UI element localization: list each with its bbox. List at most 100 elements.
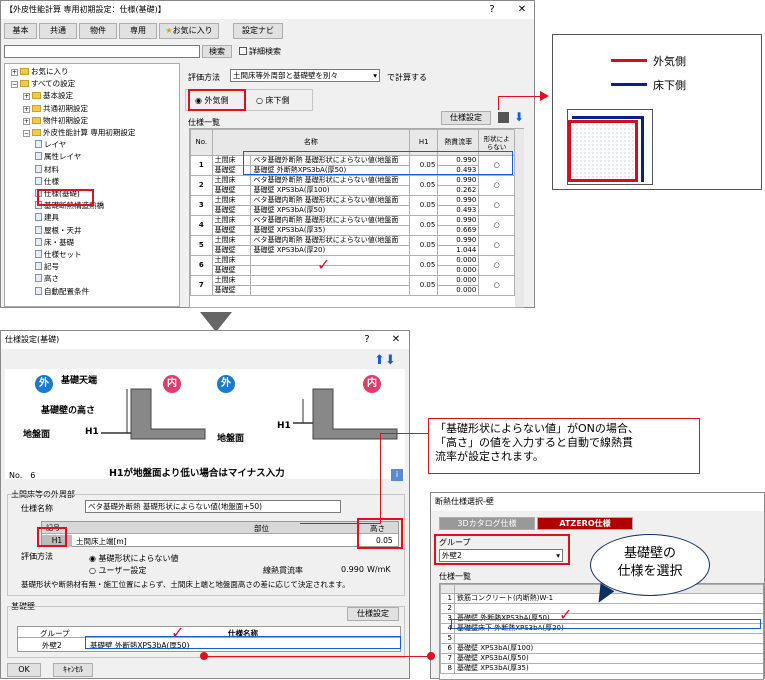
eval-method-select[interactable]: 土間床等外周部と基礎壁を別々 ▾ <box>230 69 380 82</box>
tree-item-label: 自動配置条件 <box>44 286 89 296</box>
table-row[interactable]: 基礎壁 基礎壁 XPS3bA(厚50) 0.493 <box>191 205 515 216</box>
radio-outside[interactable]: ◉ 外気側 <box>195 95 229 106</box>
table-row[interactable]: 6 土間床 0.05 0.000 ○ <box>190 255 515 276</box>
toolbar-navi-button[interactable]: 設定ナビ <box>233 23 283 39</box>
table-row[interactable]: 2 土間床 ベタ基礎外断熱 基礎形状によらない値(地盤面 0.05 0.990 ○ <box>190 175 515 196</box>
tree-item[interactable]: 材料 <box>35 164 59 175</box>
toolbar-property-button[interactable]: 物件 <box>79 23 117 39</box>
row-shape-mark: ○ <box>478 175 515 196</box>
table-row[interactable]: 5 土間床 ベタ基礎内断熱 基礎形状によらない値(地盤面 0.05 0.990 ○ <box>190 235 515 256</box>
tree-item[interactable]: 記号 <box>35 262 59 272</box>
expand-icon[interactable]: + <box>23 105 30 113</box>
row-part-a: 土間床 <box>211 215 252 226</box>
folder-icon <box>32 92 41 100</box>
expand-icon[interactable]: + <box>23 117 30 125</box>
main-help-button[interactable]: ? <box>481 1 503 19</box>
tree-item[interactable]: + 基本設定 <box>23 91 73 101</box>
dialog-help-button[interactable]: ? <box>356 331 378 349</box>
ok-button[interactable]: OK <box>7 663 41 677</box>
spec-name-label: 仕様名称 <box>21 504 53 513</box>
table-row[interactable]: 3 土間床 ベタ基礎内断熱 基礎形状によらない値(地盤面 0.05 0.990 ○ <box>190 195 515 216</box>
detail-search-label: 詳細検索 <box>249 47 281 56</box>
tree-item[interactable]: − 外皮性能計算 専用初期設定 <box>23 128 135 138</box>
nav-arrows[interactable]: ⬆⬇ <box>374 353 396 368</box>
list-item-no: 8 <box>440 663 455 674</box>
detail-search-checkbox[interactable]: 詳細検索 <box>239 46 281 57</box>
row-u2: 0.000 <box>437 265 480 276</box>
dialog-close-button[interactable]: ✕ <box>385 331 407 349</box>
table-row[interactable]: 7 土間床 0.05 0.000 ○ <box>190 275 515 296</box>
cancel-button[interactable]: ｷｬﾝｾﾙ <box>53 663 93 677</box>
tree-item[interactable]: + お気に入り <box>11 67 69 77</box>
top-label: 基礎天端 <box>61 376 98 386</box>
table-row[interactable]: 基礎壁 0.000 <box>191 285 515 296</box>
setting-page-icon <box>35 274 42 283</box>
toolbar-favorites-button[interactable]: ★お気に入り <box>159 23 219 39</box>
row1-highlight <box>243 151 513 175</box>
list-item[interactable]: 6 基礎壁 XPS3bA(厚100) <box>440 643 763 654</box>
row-part-b: 基礎壁 <box>211 245 252 256</box>
tab-3d-catalog[interactable]: 3Dカタログ仕様 <box>439 517 535 530</box>
tree-item-label: 属性レイヤ <box>44 152 82 162</box>
radio-user-label: ユーザー設定 <box>98 566 147 575</box>
foundation-section-diagram <box>567 109 653 185</box>
tree-item[interactable]: 自動配置条件 <box>35 286 89 297</box>
list-item[interactable]: 7 基礎壁 XPS3bA(厚50) <box>440 653 763 664</box>
expand-icon[interactable]: − <box>11 81 18 89</box>
color-swatch-icon[interactable] <box>498 112 509 123</box>
row-h1: 0.05 <box>409 255 439 276</box>
radio-selected-icon: ◉ <box>195 96 202 105</box>
spec-number: No. 6 <box>9 471 36 480</box>
tree-item[interactable]: 床・基礎 <box>35 237 74 248</box>
toolbar-basic-button[interactable]: 基本 <box>4 23 37 39</box>
table-row[interactable]: 4 土間床 ベタ基礎内断熱 基礎形状によらない値(地盤面 0.05 0.990 ○ <box>190 215 515 236</box>
tree-item[interactable]: 高さ <box>35 274 59 284</box>
radio-shape-independent[interactable]: ◉ 基礎形状によらない値 <box>89 553 179 564</box>
list-item[interactable]: 8 基礎壁 XPS3bA(厚35) <box>440 663 763 674</box>
info-icon[interactable]: i <box>391 469 403 481</box>
tree-item[interactable]: + 物件初期設定 <box>23 116 88 126</box>
callout-line-3: 流率が設定されます。 <box>435 450 544 463</box>
expand-icon[interactable]: + <box>11 69 18 76</box>
search-button[interactable]: 検索 <box>202 45 232 58</box>
outside-line <box>568 120 638 182</box>
arrow-down-icon[interactable]: ⬇ <box>514 110 524 124</box>
table-row[interactable]: 基礎壁 基礎壁 XPS3bA(厚35) 0.669 <box>191 225 515 236</box>
tab-atzero[interactable]: ATZERO仕様 <box>537 517 633 530</box>
list-item[interactable]: 5 <box>440 633 763 644</box>
tree-item[interactable]: − すべての設定 <box>11 79 75 89</box>
setting-page-icon <box>35 225 42 234</box>
search-input[interactable] <box>4 45 200 58</box>
radio-under-label: 床下側 <box>265 96 290 105</box>
foundation-diagram: 外 内 外 内 基礎天端 基礎壁の高さ 地盤面 H1 H1 地盤面 H1が地盤面… <box>5 369 405 479</box>
h1-label: H1 <box>85 427 99 437</box>
tree-highlight-box <box>37 189 94 206</box>
radio-under-floor[interactable]: ○ 床下側 <box>256 95 290 106</box>
spec-name-field[interactable]: ベタ基礎外断熱 基礎形状によらない値(地盤面+50) <box>85 500 341 513</box>
spec-settings-button[interactable]: 仕様設定 <box>441 111 491 125</box>
expand-icon[interactable]: − <box>23 130 30 137</box>
tree-item[interactable]: 仕様 <box>35 176 59 187</box>
toolbar-common-button[interactable]: 共通 <box>39 23 77 39</box>
main-close-button[interactable]: ✕ <box>511 1 533 19</box>
tree-item[interactable]: + 共通初期設定 <box>23 104 88 114</box>
table-row[interactable]: 基礎壁 0.000 <box>191 265 515 276</box>
bubble-line-1: 基礎壁の <box>623 546 676 561</box>
tree-item[interactable]: 屋根・天井 <box>35 225 82 236</box>
toolbar-dedicated-button[interactable]: 専用 <box>119 23 157 39</box>
tree-item[interactable]: 属性レイヤ <box>35 152 81 162</box>
wall-spec-settings-button[interactable]: 仕様設定 <box>347 607 399 621</box>
radio-user-setting[interactable]: ○ ユーザー設定 <box>89 565 146 576</box>
tree-item[interactable]: レイヤ <box>35 140 66 150</box>
table-row[interactable]: 基礎壁 基礎壁 XPS3bA(厚100) 0.262 <box>191 185 515 196</box>
row-part-b: 基礎壁 <box>211 185 252 196</box>
row-name-2: 基礎壁 XPS3bA(厚35) <box>250 225 411 236</box>
tree-item[interactable]: 建具 <box>35 213 59 223</box>
tree-item-label: 仕様 <box>44 176 59 186</box>
table-row[interactable]: 基礎壁 基礎壁 XPS3bA(厚20) 1.044 <box>191 245 515 256</box>
tree-item[interactable]: 仕様セット <box>35 250 82 260</box>
expand-icon[interactable]: + <box>23 93 30 101</box>
outside-badge-2: 外 <box>217 375 235 393</box>
wall-row-group[interactable]: 外壁2 <box>42 640 62 651</box>
table-scrollbar[interactable] <box>515 129 524 307</box>
